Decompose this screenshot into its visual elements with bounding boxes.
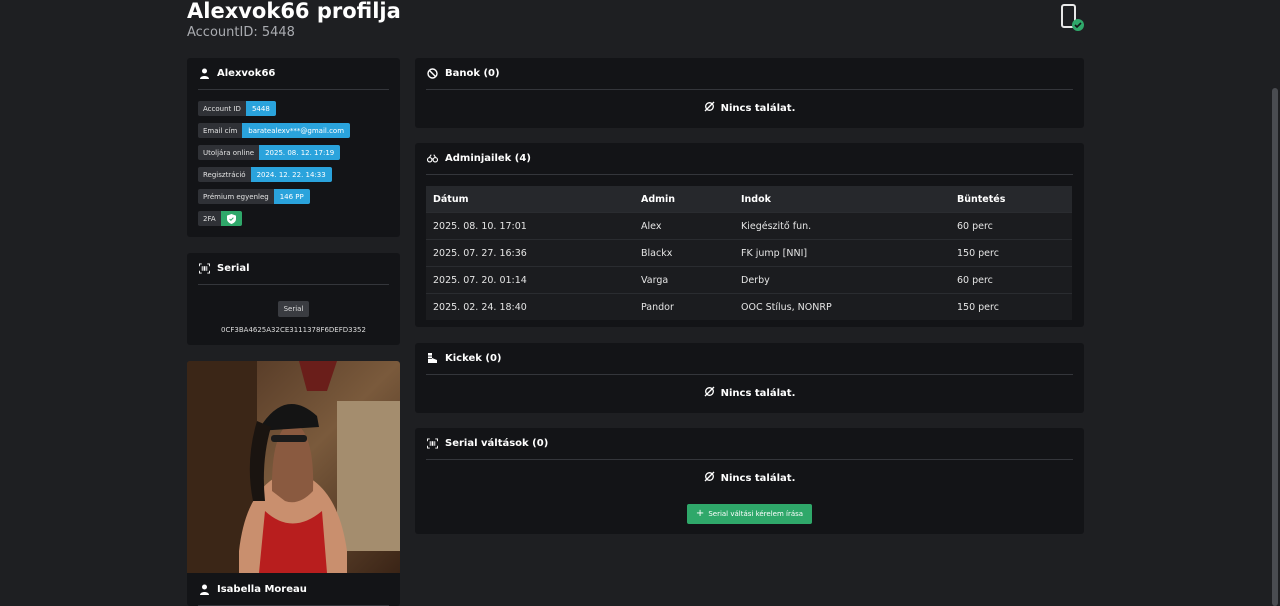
cell-admin: Varga xyxy=(634,266,734,294)
character-image xyxy=(187,361,400,573)
bans-card: Banok (0) Nincs találat. xyxy=(415,58,1084,128)
serial-change-request-button[interactable]: + Serial váltási kérelem írása xyxy=(686,504,813,524)
user-icon xyxy=(199,584,210,595)
kicks-empty-state: Nincs találat. xyxy=(415,386,1084,400)
cell-penalty: 60 perc xyxy=(950,266,1072,294)
table-header-row: Dátum Admin Indok Büntetés xyxy=(426,186,1072,213)
account-name: Alexvok66 xyxy=(217,68,276,79)
shield-check-icon xyxy=(220,211,242,226)
button-label: Serial váltási kérelem írása xyxy=(708,510,804,518)
cell-date: 2025. 02. 24. 18:40 xyxy=(426,293,634,320)
column-header: Admin xyxy=(634,186,734,213)
field-label: Utoljára online xyxy=(198,145,260,160)
field-last-online: Utoljára online 2025. 08. 12. 17:19 xyxy=(198,145,400,160)
empty-set-icon xyxy=(704,471,715,485)
adminjail-table: Dátum Admin Indok Büntetés 2025. 08. 10.… xyxy=(426,186,1072,320)
field-email: Email cím baratealexv***@gmail.com xyxy=(198,123,400,138)
table-row: 2025. 02. 24. 18:40 Pandor OOC Stílus, N… xyxy=(426,293,1072,320)
serial-changes-empty-state: Nincs találat. xyxy=(415,471,1084,485)
field-registration: Regisztráció 2024. 12. 22. 14:33 xyxy=(198,167,400,182)
table-row: 2025. 07. 27. 16:36 Blackx FK jump [NNI]… xyxy=(426,239,1072,267)
cell-reason: FK jump [NNI] xyxy=(734,239,950,267)
page-header: Alexvok66 profilja AccountID: 5448 xyxy=(187,0,401,40)
cell-date: 2025. 07. 27. 16:36 xyxy=(426,239,634,267)
serial-badge: Serial xyxy=(277,301,310,317)
boot-icon xyxy=(427,353,438,364)
serial-card: Serial Serial 0CF3BA4625A32CE3111378F6DE… xyxy=(187,253,400,345)
character-card: Isabella Moreau xyxy=(187,361,400,606)
ban-icon xyxy=(427,68,438,79)
field-value: 2024. 12. 22. 14:33 xyxy=(250,167,332,182)
cell-admin: Blackx xyxy=(634,239,734,267)
adminjail-title: Adminjailek (4) xyxy=(445,153,531,164)
divider xyxy=(426,89,1073,90)
cell-reason: Derby xyxy=(734,266,950,294)
field-value: 5448 xyxy=(245,101,276,116)
field-label: Email cím xyxy=(198,123,243,138)
serial-changes-card: Serial váltások (0) Nincs találat. + Ser… xyxy=(415,428,1084,534)
cell-admin: Alex xyxy=(634,212,734,240)
field-label: Account ID xyxy=(198,101,246,116)
scrollbar[interactable] xyxy=(1270,0,1280,606)
divider xyxy=(426,459,1073,460)
bans-empty-state: Nincs találat. xyxy=(415,101,1084,115)
field-account-id: Account ID 5448 xyxy=(198,101,400,116)
field-premium-balance: Prémium egyenleg 146 PP xyxy=(198,189,400,204)
serial-changes-title: Serial váltások (0) xyxy=(445,438,549,449)
cell-date: 2025. 07. 20. 01:14 xyxy=(426,266,634,294)
phone-verified-icon xyxy=(1061,4,1084,31)
cell-admin: Pandor xyxy=(634,293,734,320)
field-2fa: 2FA xyxy=(198,211,400,226)
adminjail-card: Adminjailek (4) Dátum Admin Indok Büntet… xyxy=(415,143,1084,327)
kicks-title: Kickek (0) xyxy=(445,353,502,364)
cell-date: 2025. 08. 10. 17:01 xyxy=(426,212,634,240)
empty-set-icon xyxy=(704,101,715,115)
field-value: baratealexv***@gmail.com xyxy=(242,123,351,138)
character-name: Isabella Moreau xyxy=(217,583,307,595)
divider xyxy=(426,174,1073,175)
cell-penalty: 150 perc xyxy=(950,239,1072,267)
serial-value: 0CF3BA4625A32CE3111378F6DEFD3352 xyxy=(221,326,366,334)
column-header: Indok xyxy=(734,186,950,213)
empty-text: Nincs találat. xyxy=(720,387,796,399)
serial-changes-card-header: Serial váltások (0) xyxy=(415,428,1084,459)
bans-card-header: Banok (0) xyxy=(415,58,1084,89)
empty-set-icon xyxy=(704,386,715,400)
field-label: Prémium egyenleg xyxy=(198,189,274,204)
cell-reason: Kiegészitő fun. xyxy=(734,212,950,240)
cell-reason: OOC Stílus, NONRP xyxy=(734,293,950,320)
account-card-header: Alexvok66 xyxy=(187,58,400,89)
binoculars-icon xyxy=(427,153,438,164)
plus-icon: + xyxy=(695,508,705,519)
column-header: Dátum xyxy=(426,186,634,213)
field-value: 2025. 08. 12. 17:19 xyxy=(259,145,341,160)
user-icon xyxy=(199,68,210,79)
account-card: Alexvok66 Account ID 5448 Email cím bara… xyxy=(187,58,400,237)
page-title: Alexvok66 profilja xyxy=(187,0,401,23)
barcode-icon xyxy=(199,263,210,274)
kicks-card-header: Kickek (0) xyxy=(415,343,1084,374)
cell-penalty: 60 perc xyxy=(950,212,1072,240)
serial-card-header: Serial xyxy=(187,253,400,284)
adminjail-card-header: Adminjailek (4) xyxy=(415,143,1084,174)
column-header: Büntetés xyxy=(950,186,1072,213)
barcode-icon xyxy=(427,438,438,449)
empty-text: Nincs találat. xyxy=(720,472,796,484)
field-value: 146 PP xyxy=(273,189,310,204)
field-label: Regisztráció xyxy=(198,167,251,182)
kicks-card: Kickek (0) Nincs találat. xyxy=(415,343,1084,413)
serial-card-title: Serial xyxy=(217,263,250,274)
page-subtitle: AccountID: 5448 xyxy=(187,25,295,40)
table-row: 2025. 07. 20. 01:14 Varga Derby 60 perc xyxy=(426,266,1072,294)
table-row: 2025. 08. 10. 17:01 Alex Kiegészitő fun.… xyxy=(426,212,1072,240)
scrollbar-thumb[interactable] xyxy=(1272,88,1278,606)
divider xyxy=(198,284,389,285)
cell-penalty: 150 perc xyxy=(950,293,1072,320)
empty-text: Nincs találat. xyxy=(720,102,796,114)
field-label: 2FA xyxy=(198,211,221,226)
bans-title: Banok (0) xyxy=(445,68,500,79)
character-card-header: Isabella Moreau xyxy=(187,573,400,605)
divider xyxy=(426,374,1073,375)
